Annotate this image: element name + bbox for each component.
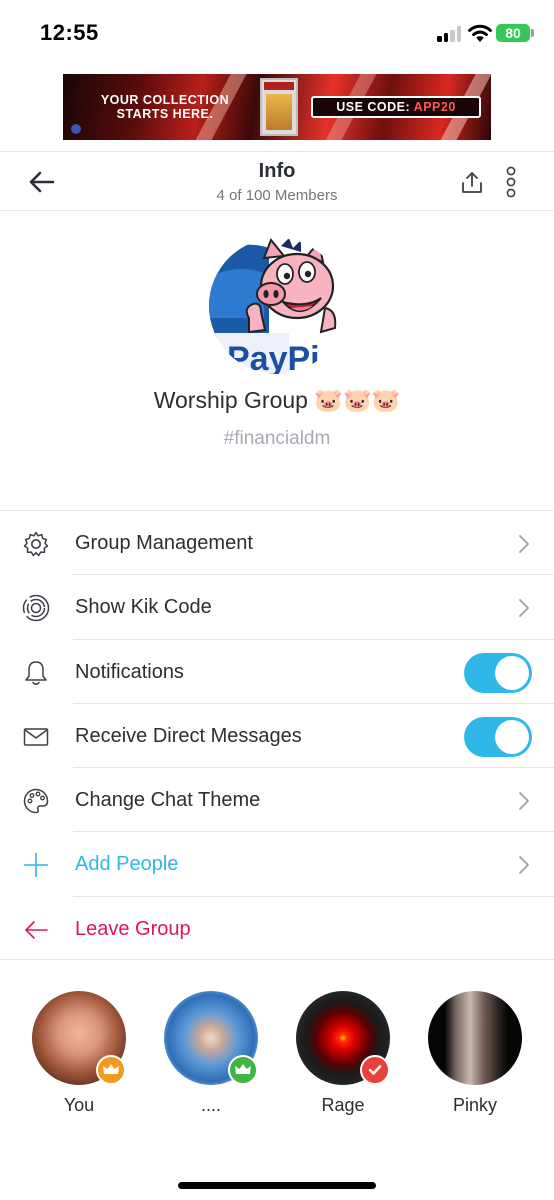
section-divider xyxy=(0,959,554,960)
menu-label: Group Management xyxy=(75,532,253,554)
pig-mascot-image: PayPi xyxy=(209,238,345,374)
more-options-icon[interactable] xyxy=(503,166,519,198)
menu-label: Notifications xyxy=(75,660,184,683)
status-time: 12:55 xyxy=(40,20,99,45)
home-indicator[interactable] xyxy=(178,1182,376,1189)
battery-tip xyxy=(531,29,534,37)
menu-item-group-management[interactable]: Group Management xyxy=(0,511,554,576)
app-header: Info 4 of 100 Members xyxy=(0,151,554,211)
share-icon[interactable] xyxy=(461,170,483,194)
group-name: Worship Group 🐷🐷🐷 xyxy=(153,387,401,413)
menu-label: Show Kik Code xyxy=(75,596,212,619)
ad-banner[interactable]: YOUR COLLECTION STARTS HERE. USE CODE: A… xyxy=(63,74,491,140)
chevron-right-icon xyxy=(519,599,529,618)
chevron-right-icon xyxy=(519,535,529,553)
notifications-toggle[interactable] xyxy=(464,652,532,693)
menu-item-add-people[interactable]: Add People xyxy=(0,832,554,897)
trading-card-image xyxy=(260,78,298,136)
battery-level: 80 xyxy=(496,24,530,42)
menu-item-receive-direct-messages[interactable]: Receive Direct Messages xyxy=(0,704,554,769)
cellular-signal-icon xyxy=(437,26,463,42)
group-info-screen: 12:55 80 YOUR COLLECTION STARTS HERE. US… xyxy=(0,0,554,1200)
member-name: Pinky xyxy=(452,1095,497,1115)
chevron-right-icon xyxy=(519,856,529,875)
menu-item-leave-group[interactable]: Leave Group xyxy=(0,897,554,961)
kik-code-icon xyxy=(22,595,50,622)
shield-check-icon xyxy=(360,1055,390,1085)
direct-messages-toggle[interactable] xyxy=(464,716,532,757)
menu-label: Change Chat Theme xyxy=(75,789,261,812)
menu-label: Add People xyxy=(75,853,179,876)
crown-icon xyxy=(96,1055,126,1085)
member-name: You xyxy=(63,1095,95,1115)
member-name: Rage xyxy=(321,1095,365,1115)
crown-icon xyxy=(228,1055,258,1085)
ad-promo-code: USE CODE: APP20 xyxy=(311,96,481,118)
ad-choices-icon[interactable] xyxy=(71,124,81,134)
arrow-left-icon xyxy=(25,920,48,939)
menu-item-change-chat-theme[interactable]: Change Chat Theme xyxy=(0,768,554,833)
palette-icon xyxy=(23,788,49,814)
plus-icon xyxy=(24,853,48,878)
wifi-icon xyxy=(468,24,492,42)
menu-label: Receive Direct Messages xyxy=(75,724,302,747)
paypi-logo-text: PayPi xyxy=(227,340,320,374)
avatar xyxy=(428,991,522,1085)
envelope-icon xyxy=(23,728,49,746)
group-avatar[interactable]: PayPi xyxy=(209,238,345,374)
status-bar: 12:55 80 xyxy=(0,0,554,66)
ad-headline: YOUR COLLECTION STARTS HERE. xyxy=(100,93,230,121)
menu-item-show-kik-code[interactable]: Show Kik Code xyxy=(0,575,554,640)
gear-icon xyxy=(23,531,49,557)
settings-menu: Group Management Show Kik Code Notificat… xyxy=(0,510,554,961)
menu-label: Leave Group xyxy=(75,917,191,940)
menu-item-notifications[interactable]: Notifications xyxy=(0,640,554,704)
bell-icon xyxy=(25,660,47,685)
group-handle: #financialdm xyxy=(223,428,331,449)
chevron-right-icon xyxy=(519,792,529,811)
member-name: .... xyxy=(200,1095,221,1115)
